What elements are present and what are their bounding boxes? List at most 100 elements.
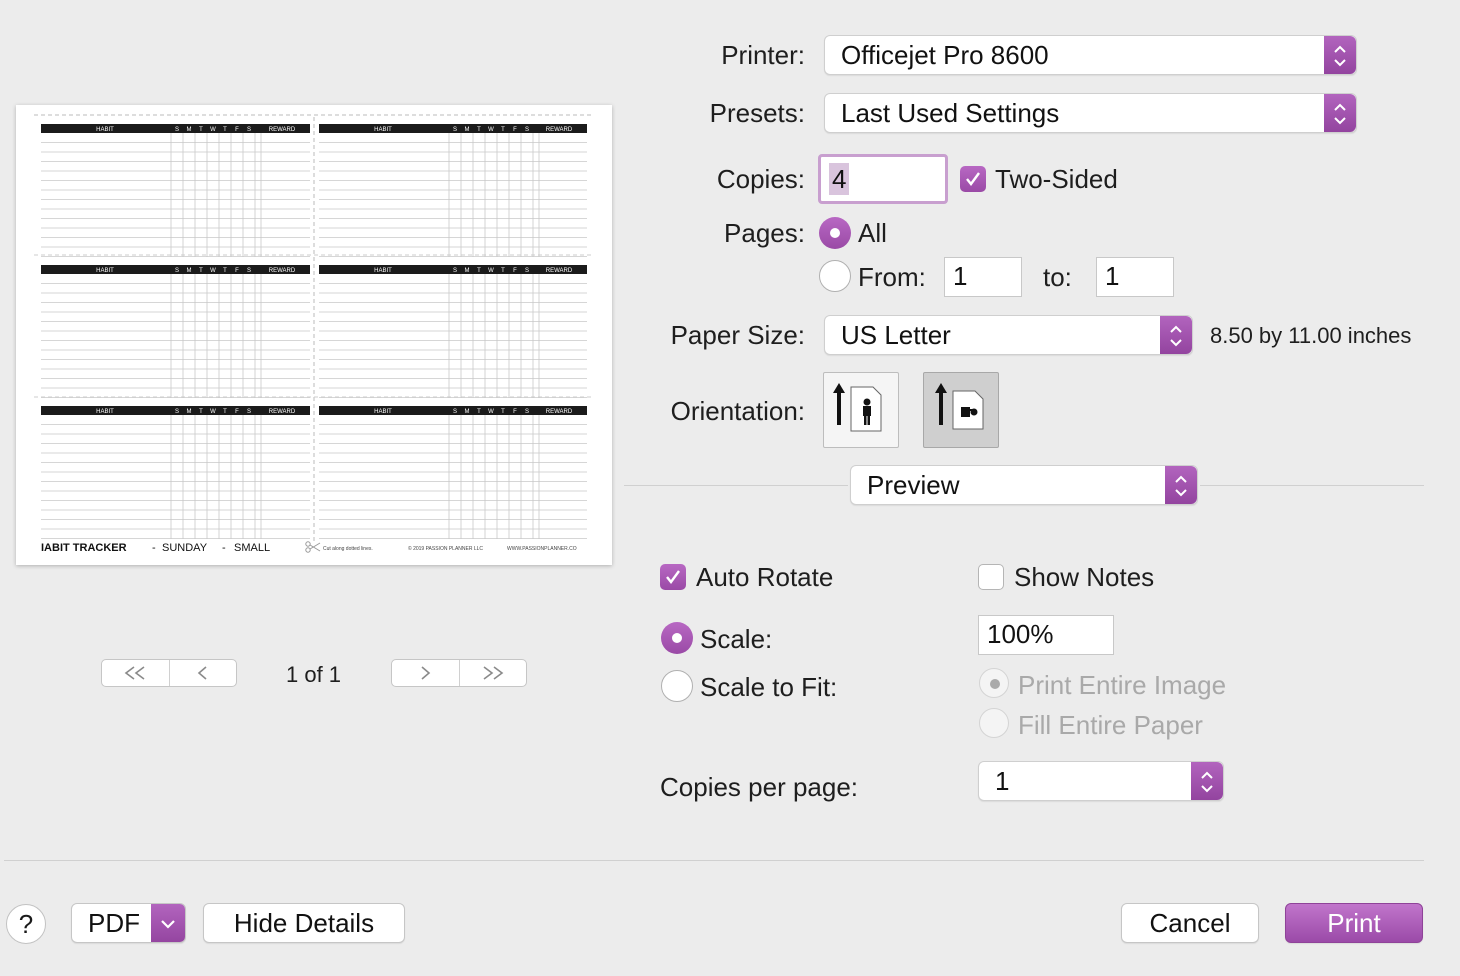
- header-day-text: W: [488, 409, 494, 415]
- auto-rotate-checkbox[interactable]: [660, 564, 686, 590]
- header-habit-text: HABIT: [96, 268, 114, 274]
- scale-input[interactable]: 100%: [978, 615, 1114, 655]
- page-nav-forward-group: [391, 659, 527, 687]
- show-notes-checkbox[interactable]: [978, 564, 1004, 590]
- header-day-text: S: [247, 268, 251, 274]
- popup-arrows-icon: [1324, 94, 1356, 132]
- scale-radio[interactable]: [661, 622, 693, 654]
- last-page-button[interactable]: [458, 660, 527, 686]
- auto-rotate-label: Auto Rotate: [696, 562, 834, 592]
- header-habit-text: HABIT: [96, 127, 114, 133]
- header-day-text: T: [223, 409, 227, 415]
- header-reward-text: REWARD: [546, 268, 573, 274]
- footer-separator: -: [222, 542, 226, 554]
- two-sided-checkbox[interactable]: [960, 166, 986, 192]
- header-day-text: S: [247, 409, 251, 415]
- header-reward-text: REWARD: [546, 127, 573, 133]
- header-reward-text: REWARD: [269, 409, 296, 415]
- print-entire-image-radio[interactable]: [979, 668, 1009, 698]
- header-day-text: T: [477, 127, 481, 133]
- hide-details-button[interactable]: Hide Details: [203, 903, 405, 943]
- section-divider-left: [624, 485, 848, 486]
- print-entire-image-label: Print Entire Image: [1018, 670, 1227, 700]
- footer-day: SUNDAY: [162, 542, 208, 554]
- header-day-text: W: [488, 268, 494, 274]
- paper-dimensions: 8.50 by 11.00 inches: [1210, 323, 1412, 348]
- double-chevron-left-icon: [124, 666, 145, 680]
- header-day-text: M: [465, 409, 470, 415]
- show-notes-label: Show Notes: [1014, 562, 1155, 592]
- header-day-text: S: [247, 127, 251, 133]
- paper-size-label: Paper Size:: [670, 320, 805, 350]
- header-day-text: S: [525, 268, 529, 274]
- pages-to-input[interactable]: 1: [1096, 257, 1174, 297]
- fill-entire-paper-radio[interactable]: [979, 708, 1009, 738]
- header-day-text: F: [513, 127, 517, 133]
- header-day-text: W: [210, 268, 216, 274]
- section-divider-right: [1200, 485, 1424, 486]
- header-day-text: S: [525, 409, 529, 415]
- header-day-text: S: [175, 268, 179, 274]
- orientation-landscape-button[interactable]: [923, 372, 999, 448]
- header-day-text: M: [187, 127, 192, 133]
- portrait-icon: [833, 383, 882, 432]
- header-habit-text: HABIT: [374, 268, 392, 274]
- header-habit-text: HABIT: [374, 127, 392, 133]
- first-page-button[interactable]: [102, 660, 169, 686]
- header-day-text: T: [501, 127, 505, 133]
- presets-popup[interactable]: Last Used Settings: [824, 93, 1357, 133]
- header-reward-text: REWARD: [269, 127, 296, 133]
- two-sided-label: Two-Sided: [995, 164, 1118, 194]
- header-day-text: T: [199, 127, 203, 133]
- paper-size-popup[interactable]: US Letter: [824, 315, 1193, 355]
- print-button[interactable]: Print: [1285, 903, 1423, 943]
- header-day-text: T: [501, 409, 505, 415]
- orientation-label: Orientation:: [670, 396, 805, 426]
- pdf-label: PDF: [88, 908, 140, 938]
- header-reward-text: REWARD: [546, 409, 573, 415]
- cancel-button[interactable]: Cancel: [1121, 903, 1259, 943]
- section-popup[interactable]: Preview: [850, 465, 1198, 505]
- pdf-menu-button[interactable]: PDF: [71, 903, 186, 943]
- copies-per-page-popup[interactable]: 1: [978, 761, 1224, 801]
- scale-to-fit-radio[interactable]: [661, 670, 693, 702]
- pages-all-radio[interactable]: [819, 217, 851, 249]
- pages-from-input[interactable]: 1: [944, 257, 1022, 297]
- header-day-text: M: [187, 409, 192, 415]
- scale-label: Scale:: [700, 624, 773, 654]
- pages-from-radio[interactable]: [819, 260, 851, 292]
- section-popup-value: Preview: [867, 470, 960, 500]
- header-day-text: T: [477, 268, 481, 274]
- page-preview: HABIT S M T W T F S REWARD HABIT S M T W T F S REWARD HABI…: [16, 105, 612, 565]
- pages-from-label: From:: [858, 262, 926, 292]
- landscape-icon: [935, 383, 984, 430]
- popup-arrows-icon: [1191, 762, 1223, 800]
- header-day-text: W: [210, 409, 216, 415]
- orientation-portrait-button[interactable]: [823, 372, 899, 448]
- footer-separator: -: [152, 542, 156, 554]
- fill-entire-paper-label: Fill Entire Paper: [1018, 710, 1203, 740]
- header-day-text: M: [465, 127, 470, 133]
- printer-value: Officejet Pro 8600: [841, 40, 1049, 70]
- page-indicator: 1 of 1: [286, 662, 342, 687]
- copies-label: Copies:: [716, 164, 805, 194]
- help-button[interactable]: ?: [6, 904, 46, 944]
- copies-per-page-label: Copies per page:: [660, 772, 859, 802]
- popup-arrows-icon: [1324, 36, 1356, 74]
- header-day-text: T: [501, 268, 505, 274]
- previous-page-button[interactable]: [168, 660, 237, 686]
- header-day-text: F: [513, 268, 517, 274]
- header-day-text: S: [525, 127, 529, 133]
- next-page-button[interactable]: [392, 660, 459, 686]
- printer-popup[interactable]: Officejet Pro 8600: [824, 35, 1357, 75]
- copies-per-page-value: 1: [995, 766, 1010, 796]
- footer-title: IABIT TRACKER: [41, 542, 127, 554]
- copies-input[interactable]: 4: [832, 162, 846, 196]
- header-day-text: W: [210, 127, 216, 133]
- header-day-text: S: [175, 409, 179, 415]
- header-day-text: F: [513, 409, 517, 415]
- popup-arrows-icon: [1165, 466, 1197, 504]
- footer-copyright: © 2019 PASSION PLANNER LLC: [408, 545, 483, 552]
- presets-value: Last Used Settings: [841, 98, 1060, 128]
- paper-size-value: US Letter: [841, 320, 951, 350]
